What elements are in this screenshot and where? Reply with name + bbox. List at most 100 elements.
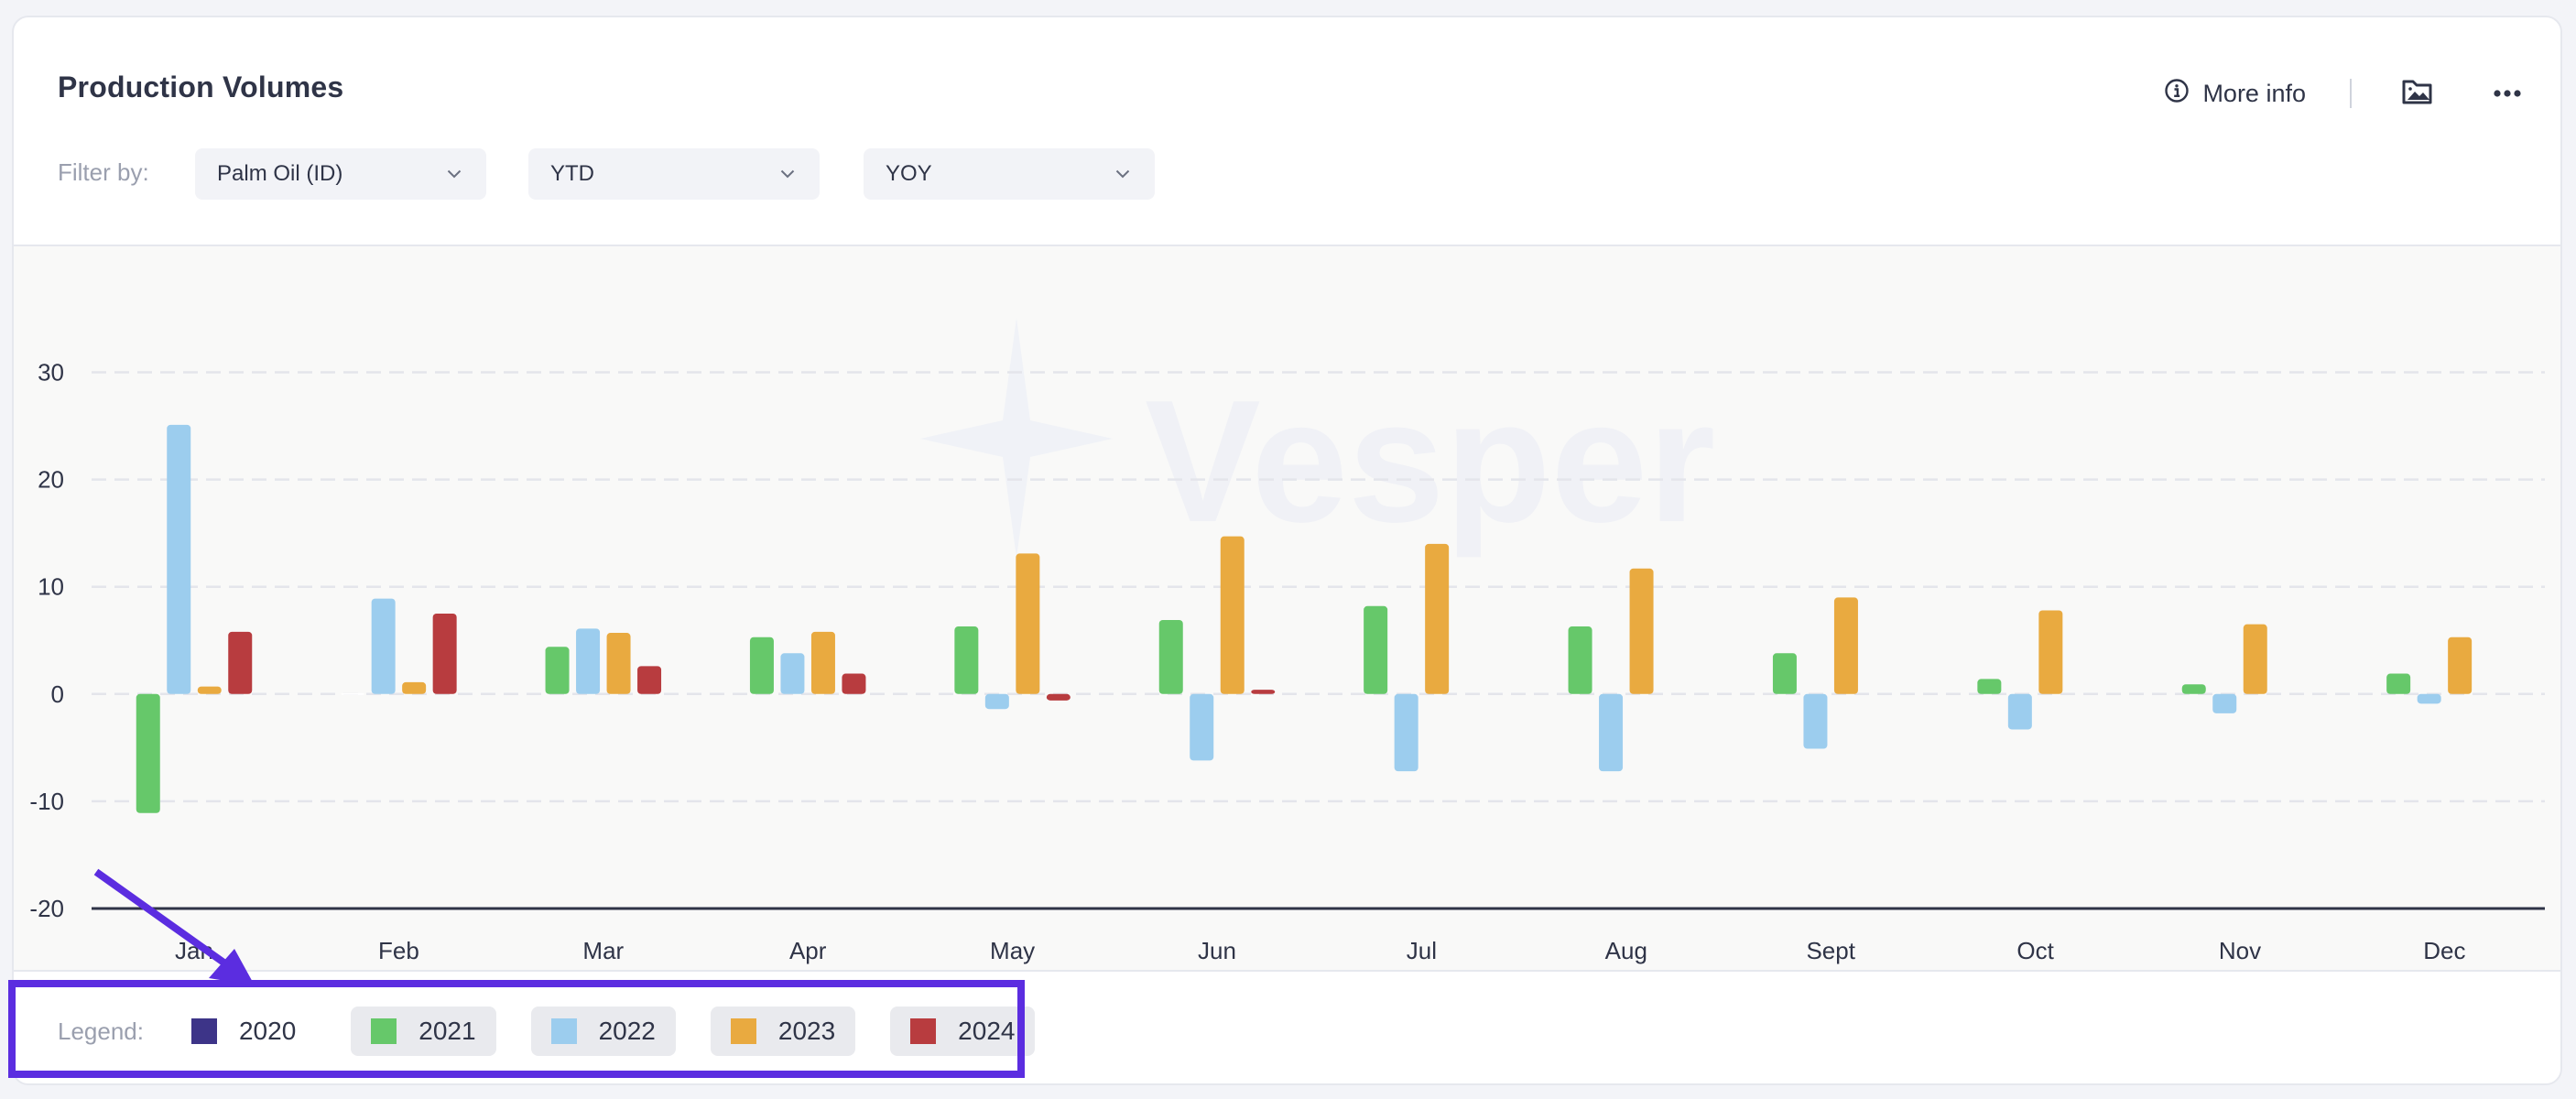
x-tick-label: Mar [582,937,624,964]
bar-2023-feb[interactable] [402,681,427,694]
x-tick-label: Aug [1605,937,1647,964]
bar-2024-feb[interactable] [432,613,457,694]
legend-item-2023[interactable]: 2023 [710,1007,856,1056]
bar-2023-may[interactable] [1016,553,1040,694]
production-volumes-card: Production Volumes More info Filter by: … [12,16,2562,1085]
bar-2021-aug[interactable] [1568,626,1592,694]
legend-swatch [910,1018,937,1044]
commodity-dropdown[interactable]: Palm Oil (ID) [195,148,486,200]
comparison-dropdown[interactable]: YOY [864,148,1155,200]
more-info-button[interactable]: More info [2164,78,2306,110]
chevron-down-icon [777,164,798,184]
bar-2023-dec[interactable] [2448,637,2473,694]
bar-2022-jun[interactable] [1190,693,1214,761]
commodity-dropdown-value: Palm Oil (ID) [217,161,343,186]
bar-2023-jun[interactable] [1220,536,1245,694]
x-tick-label: Apr [789,937,827,964]
more-info-label: More info [2202,79,2306,107]
download-image-button[interactable] [2399,75,2436,112]
legend-swatch [550,1018,577,1044]
legend-item-label: 2023 [777,1017,836,1045]
bar-2022-jan[interactable] [167,424,191,694]
y-tick-label: 0 [51,680,64,708]
more-horizontal-icon [2494,85,2521,102]
bar-2021-dec[interactable] [2386,673,2411,694]
watermark-text: Vesper [1145,365,1715,559]
legend: Legend: 2020 2021 2022 2023 2024 [58,1007,1070,1056]
legend-swatch [190,1018,217,1044]
bar-2021-jul[interactable] [1364,605,1388,694]
chevron-down-icon [444,164,464,184]
y-tick-label: 30 [38,359,64,386]
legend-item-2022[interactable]: 2022 [530,1007,676,1056]
bar-2023-jul[interactable] [1425,543,1450,694]
bar-2021-sept[interactable] [1772,653,1797,694]
bar-2023-jan[interactable] [197,686,222,694]
bar-2021-mar[interactable] [545,647,570,694]
x-tick-label: Jun [1198,937,1236,964]
bar-2024-mar[interactable] [637,666,662,694]
bar-2022-mar[interactable] [576,628,601,694]
x-tick-label: Sept [1806,937,1855,964]
x-tick-label: Dec [2423,937,2465,964]
bar-2023-aug[interactable] [1629,568,1654,694]
bar-2022-may[interactable] [984,693,1009,710]
image-folder-icon [2401,77,2434,111]
legend-swatch [371,1018,397,1044]
more-options-button[interactable] [2489,75,2526,112]
period-dropdown[interactable]: YTD [528,148,820,200]
bar-2021-jan[interactable] [136,693,160,813]
legend-item-label: 2024 [958,1017,1016,1045]
legend-swatch [730,1018,756,1044]
x-tick-label: Oct [2016,937,2054,964]
legend-item-label: 2022 [598,1017,656,1045]
bar-2022-dec[interactable] [2417,693,2441,704]
bar-2023-apr[interactable] [810,631,835,694]
legend-item-2021[interactable]: 2021 [351,1007,496,1056]
bar-2023-mar[interactable] [606,633,631,694]
y-tick-label: 20 [38,466,64,494]
bar-2022-aug[interactable] [1599,693,1624,772]
header-divider [2350,79,2352,108]
bar-2021-feb[interactable] [341,692,365,695]
x-tick-label: Jan [175,937,213,964]
bar-2022-apr[interactable] [780,653,805,694]
bar-2024-apr[interactable] [842,673,866,694]
y-tick-label: -10 [29,788,64,815]
legend-item-label: 2020 [238,1017,297,1045]
bar-2022-nov[interactable] [2212,693,2237,713]
bar-2021-may[interactable] [954,626,979,694]
legend-item-2020[interactable]: 2020 [190,1007,316,1056]
x-tick-label: Nov [2219,937,2261,964]
chart-area: Vesper 30 20 10 0 -10 -20 Jan Feb Mar Apr May Jun J… [14,245,2560,972]
watermark: Vesper [920,318,1715,559]
bar-2022-sept[interactable] [1803,693,1828,749]
bar-2023-oct[interactable] [2038,610,2063,694]
bar-2024-jan[interactable] [228,631,253,694]
x-tick-label: May [990,937,1035,964]
comparison-dropdown-value: YOY [886,161,932,186]
header-actions: More info [2164,71,2526,116]
bar-2021-oct[interactable] [1977,679,2002,694]
bar-2024-jun[interactable] [1251,690,1276,694]
bar-2023-nov[interactable] [2243,624,2267,694]
bar-2021-jun[interactable] [1158,620,1183,694]
bar-2022-jul[interactable] [1394,693,1418,772]
bar-2021-apr[interactable] [749,637,774,694]
bar-2023-sept[interactable] [1833,597,1858,694]
card-title: Production Volumes [58,71,344,103]
bar-2024-may[interactable] [1046,693,1071,701]
bar-2022-feb[interactable] [371,598,396,694]
legend-label: Legend: [58,1017,144,1045]
x-tick-label: Jul [1407,937,1437,964]
legend-item-label: 2021 [418,1017,476,1045]
info-circle-icon [2164,78,2190,110]
watermark-star-icon [920,318,1113,558]
legend-item-2024[interactable]: 2024 [890,1007,1036,1056]
chevron-down-icon [1113,164,1133,184]
y-tick-label: -20 [29,895,64,922]
bar-2021-nov[interactable] [2181,684,2206,694]
bar-chart: Vesper 30 20 10 0 -10 -20 Jan Feb Mar Apr May Jun J… [29,318,2545,964]
bar-2022-oct[interactable] [2007,693,2032,730]
period-dropdown-value: YTD [550,161,594,186]
